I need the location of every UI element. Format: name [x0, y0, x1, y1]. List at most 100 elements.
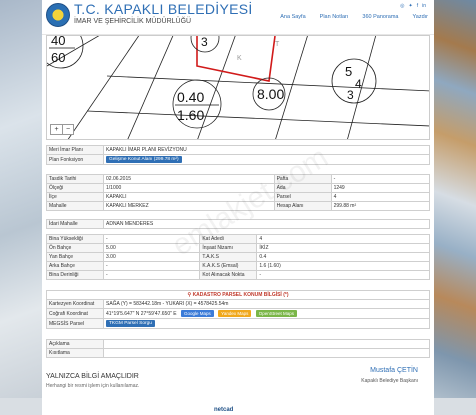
app-subtitle: İMAR VE ŞEHİRCİLİK MÜDÜRLÜĞÜ	[74, 18, 192, 25]
map-label-4: 0.40	[177, 89, 204, 105]
netcad-logo: netcad	[214, 407, 234, 413]
zoning-report-page: T.C. KAPAKLI BELEDİYESİ İMAR VE ŞEHİRCİL…	[42, 0, 434, 415]
nav-panorama[interactable]: 360 Panorama	[362, 14, 398, 20]
openstreet-maps-button[interactable]: OpenStreet Maps	[255, 310, 298, 317]
cografi-value: 41°19'5.647" N 27°59'47.650" E	[106, 311, 177, 317]
kat-adedi-value: 4	[256, 234, 430, 244]
insaat-nizami-value: İKİZ	[256, 243, 430, 253]
parcel-outline	[196, 36, 276, 82]
arka-bahce-label: Arka Bahçe	[46, 261, 104, 271]
zoning-map[interactable]: 40 60 3 0.40 1.60 8.00 5 4 3 K T + −	[46, 35, 430, 140]
idari-label: İdari Mahalle	[46, 219, 104, 229]
kisitlama-value	[103, 348, 430, 358]
hesap-alani-value: 299.88 m²	[330, 201, 431, 211]
insaat-nizami-label: İnşaat Nizamı	[199, 243, 258, 253]
header: T.C. KAPAKLI BELEDİYESİ İMAR VE ŞEHİRCİL…	[42, 0, 434, 35]
ada-label: Ada	[273, 183, 332, 193]
tasdik-value: 02.06.2015	[103, 174, 275, 184]
map-canvas: 40 60 3 0.40 1.60 8.00 5 4 3 K T	[47, 36, 429, 139]
kisitlama-label: Kısıtlama	[46, 348, 104, 358]
tkgm-query-button[interactable]: TKGM Parsel Sorgu	[106, 320, 155, 327]
taks-label: T.A.K.S	[199, 252, 258, 262]
plan-label: Meri İmar Planı	[46, 145, 104, 155]
plan-function-label: Plan Fonksiyon	[46, 154, 104, 165]
plan-function-button[interactable]: Gelişme Konut Alanı (299.78 m²)	[106, 156, 182, 163]
ilce-value: KAPAKLI	[103, 192, 275, 202]
notes-info: Açıklama Kısıtlama	[46, 339, 430, 358]
bina-yuksekligi-label: Bina Yüksekliği	[46, 234, 104, 244]
map-label-8: 4	[355, 77, 362, 91]
arka-bahce-value: -	[102, 261, 201, 271]
parsel-label: Parsel	[273, 192, 332, 202]
plan-value: KAPAKLI İMAR PLANI REVİZYONU	[103, 145, 430, 155]
instagram-icon[interactable]: ◎	[400, 3, 404, 9]
social-links: ◎ ✦ f in	[400, 3, 426, 9]
zoom-out-button[interactable]: −	[62, 125, 73, 134]
map-label-9: 3	[347, 88, 354, 102]
olcek-value: 1/1000	[103, 183, 275, 193]
aciklama-label: Açıklama	[46, 339, 104, 349]
map-label-10: K	[237, 55, 242, 62]
map-label-1: 40	[51, 36, 65, 48]
kadastro-info: ⚲ KADASTRO PARSEL KONUM BİLGİSİ (*) Kart…	[46, 290, 430, 329]
disclaimer-title: YALNIZCA BİLGİ AMAÇLIDIR	[46, 373, 139, 380]
cografi-label: Coğrafi Koordinat	[46, 308, 104, 319]
map-label-7: 5	[345, 64, 352, 79]
kaks-label: K.A.K.S (Emsal)	[199, 261, 258, 271]
nav-plan-notes[interactable]: Plan Notları	[320, 14, 349, 20]
map-label-6: 8.00	[257, 86, 284, 102]
map-zoom-controls: + −	[50, 124, 74, 135]
brand: T.C. KAPAKLI BELEDİYESİ İMAR VE ŞEHİRCİL…	[74, 1, 253, 25]
mahalle-label: Mahalle	[46, 201, 104, 211]
municipality-logo-icon	[46, 3, 70, 27]
mahalle-value: KAPAKLI MERKEZ	[103, 201, 275, 211]
parsel-value: 4	[330, 192, 431, 202]
top-nav: Ana Sayfa Plan Notları 360 Panorama Yazd…	[280, 14, 428, 20]
pafta-label: Pafta	[273, 174, 332, 184]
idari-info: İdari Mahalle ADNAN MENDERES	[46, 219, 430, 229]
map-label-2: 60	[51, 50, 65, 65]
aciklama-value	[103, 339, 430, 349]
kartezyen-label: Kartezyen Koordinat	[46, 299, 104, 309]
background-right	[434, 0, 476, 415]
background-left	[0, 0, 42, 415]
pafta-value: -	[330, 174, 431, 184]
map-label-3: 3	[201, 36, 208, 49]
signature-block: Mustafa ÇETİN Kapaklı Belediye Başkanı	[361, 367, 418, 384]
yandex-maps-button[interactable]: Yandex Maps	[218, 310, 252, 317]
hesap-alani-label: Hesap Alanı	[273, 201, 332, 211]
olcek-label: Ölçeği	[46, 183, 104, 193]
disclaimer-subtitle: Herhangi bir resmi işlem için kullanılam…	[46, 383, 140, 389]
nav-home[interactable]: Ana Sayfa	[280, 14, 305, 20]
yan-bahce-value: 3.00	[102, 252, 201, 262]
parcel-info: Tasdik Tarihi 02.06.2015 Pafta - Ölçeği …	[46, 174, 431, 211]
bina-derinligi-label: Bina Derinliği	[46, 270, 104, 280]
plan-info: Meri İmar Planı KAPAKLI İMAR PLANI REVİZ…	[46, 145, 430, 165]
zoom-in-button[interactable]: +	[51, 125, 62, 134]
linkedin-icon[interactable]: in	[422, 3, 426, 9]
megsis-label: MEGSİS Parsel	[46, 318, 104, 329]
app-title: T.C. KAPAKLI BELEDİYESİ	[74, 1, 253, 17]
map-label-11: T	[275, 41, 280, 48]
signer-name: Mustafa ÇETİN	[370, 367, 418, 374]
kat-adedi-label: Kat Adedi	[199, 234, 258, 244]
bina-derinligi-value: -	[102, 270, 201, 280]
nav-print[interactable]: Yazdır	[413, 14, 429, 20]
on-bahce-label: Ön Bahçe	[46, 243, 104, 253]
taks-value: 0.4	[256, 252, 430, 262]
bina-yuksekligi-value: -	[102, 234, 201, 244]
disclaimer: YALNIZCA BİLGİ AMAÇLIDIR Herhangi bir re…	[46, 373, 139, 389]
kartezyen-value: SAĞA (Y) = 583442.18m - YUKARI (X) = 457…	[103, 299, 430, 309]
on-bahce-value: 5.00	[102, 243, 201, 253]
idari-value: ADNAN MENDERES	[103, 219, 430, 229]
facebook-icon[interactable]: f	[417, 3, 418, 9]
google-maps-button[interactable]: Google Maps	[181, 310, 214, 317]
ilce-label: İlçe	[46, 192, 104, 202]
twitter-icon[interactable]: ✦	[409, 3, 413, 9]
tasdik-label: Tasdik Tarihi	[46, 174, 104, 184]
kaks-value: 1.6 (1.60)	[256, 261, 430, 271]
map-label-5: 1.60	[177, 107, 204, 123]
yan-bahce-label: Yan Bahçe	[46, 252, 104, 262]
kot-noktasi-label: Kot Alınacak Nokta	[199, 270, 258, 280]
kot-noktasi-value: -	[256, 270, 430, 280]
